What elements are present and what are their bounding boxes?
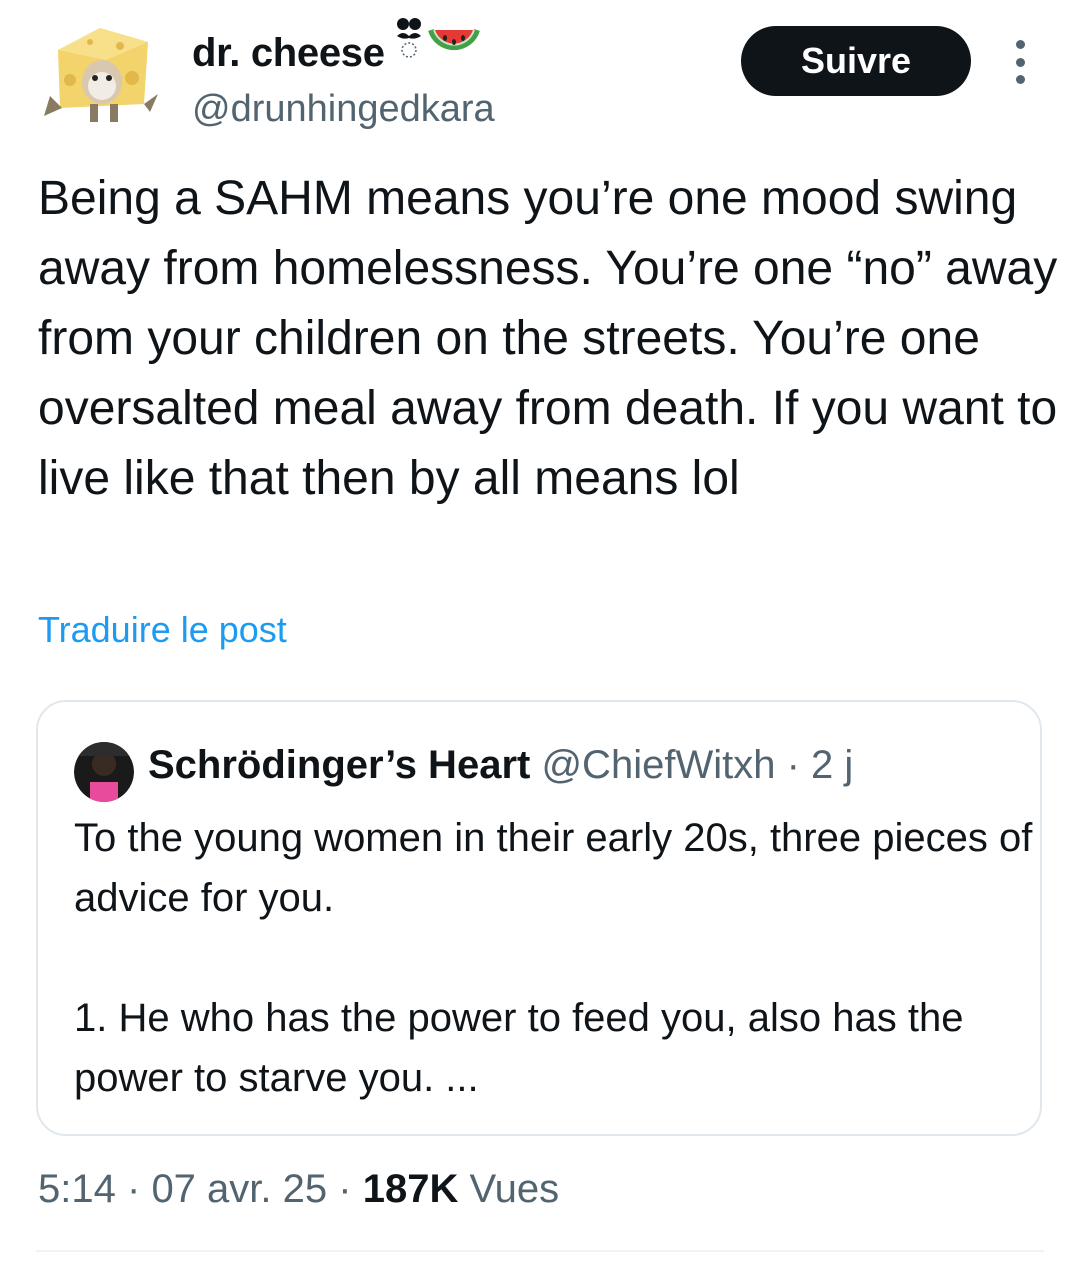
views-label: Vues: [469, 1167, 560, 1211]
translate-post-link[interactable]: Traduire le post: [38, 606, 287, 654]
views-count[interactable]: 187K: [363, 1167, 459, 1211]
tweet-footer: 5:14 · 07 avr. 25 · 187K Vues: [38, 1162, 559, 1216]
more-dot: [1015, 57, 1025, 67]
watermelon-emoji-icon: [427, 28, 480, 51]
follow-button[interactable]: Suivre: [741, 26, 971, 96]
quoted-author-handle[interactable]: @ChiefWitxh: [541, 743, 775, 787]
tweet-time[interactable]: 5:14: [38, 1167, 116, 1211]
mustache-face-emoji-icon: [396, 18, 421, 58]
quoted-author-avatar[interactable]: [74, 742, 134, 802]
quoted-header: Schrödinger’s Heart @ChiefWitxh · 2 j: [148, 738, 853, 792]
quoted-author-name[interactable]: Schrödinger’s Heart: [148, 743, 530, 787]
footer-separator: ·: [338, 1167, 352, 1211]
tweet-date[interactable]: 07 avr. 25: [151, 1167, 327, 1211]
quoted-age: 2 j: [811, 743, 854, 787]
author-name-emojis: [391, 16, 481, 66]
quoted-avatar-image: [74, 742, 134, 802]
author-name[interactable]: dr. cheese: [192, 22, 385, 84]
more-options-icon[interactable]: [1008, 40, 1032, 84]
quoted-tweet-card[interactable]: Schrödinger’s Heart @ChiefWitxh · 2 j To…: [36, 700, 1042, 1136]
author-handle[interactable]: @drunhingedkara: [192, 82, 495, 136]
quoted-tweet-text: To the young women in their early 20s, t…: [74, 816, 1033, 1100]
more-dot: [1015, 75, 1025, 84]
tweet-text: Being a SAHM means you’re one mood swing…: [38, 172, 1058, 505]
bottom-divider: [36, 1250, 1044, 1252]
footer-separator: ·: [126, 1167, 141, 1211]
author-avatar[interactable]: [40, 20, 160, 130]
cheese-cat-avatar-image: [44, 28, 158, 122]
meta-separator: ·: [786, 743, 800, 787]
author-name-row[interactable]: dr. cheese: [192, 18, 481, 84]
more-dot: [1015, 40, 1025, 49]
